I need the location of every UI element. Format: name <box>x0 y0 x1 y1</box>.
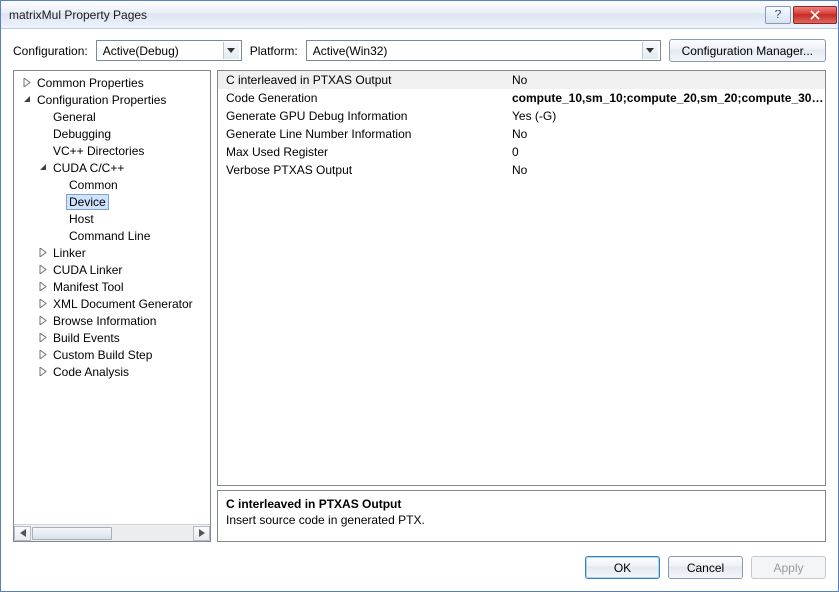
scroll-thumb[interactable] <box>32 527 112 540</box>
property-value[interactable]: compute_10,sm_10;compute_20,sm_20;comput… <box>508 91 825 105</box>
tree-node-cuda-device[interactable]: Device <box>16 193 210 210</box>
tree-label-selected: Device <box>66 194 109 210</box>
tree-node-cuda-host[interactable]: Host <box>16 210 210 227</box>
expand-collapsed-icon[interactable] <box>36 263 50 277</box>
svg-text:?: ? <box>775 10 782 20</box>
tree-node-vcpp-directories[interactable]: VC++ Directories <box>16 142 210 159</box>
tree-label: Browse Information <box>50 314 159 328</box>
title-bar: matrixMul Property Pages ? <box>1 1 838 29</box>
property-value[interactable]: No <box>508 127 825 141</box>
tree-node-code-analysis[interactable]: Code Analysis <box>16 363 210 380</box>
expand-collapsed-icon[interactable] <box>36 348 50 362</box>
tree-label: Debugging <box>50 127 114 141</box>
configuration-manager-button[interactable]: Configuration Manager... <box>669 39 826 62</box>
chevron-down-icon <box>642 42 658 59</box>
property-pages-dialog: matrixMul Property Pages ? Configuration… <box>0 0 839 592</box>
tree-label: Build Events <box>50 331 123 345</box>
scroll-track[interactable] <box>31 526 193 541</box>
property-row[interactable]: Max Used Register0 <box>218 143 825 161</box>
description-title: C interleaved in PTXAS Output <box>226 497 817 511</box>
property-name: Max Used Register <box>218 145 508 159</box>
tree-node-linker[interactable]: Linker <box>16 244 210 261</box>
dialog-body: Common Properties Configuration Properti… <box>1 70 838 550</box>
tree-node-build-events[interactable]: Build Events <box>16 329 210 346</box>
tree-node-custom-build-step[interactable]: Custom Build Step <box>16 346 210 363</box>
scroll-right-button[interactable] <box>193 526 210 541</box>
configuration-label: Configuration: <box>13 44 88 58</box>
tree-node-debugging[interactable]: Debugging <box>16 125 210 142</box>
scroll-left-button[interactable] <box>14 526 31 541</box>
tree-node-cuda-command-line[interactable]: Command Line <box>16 227 210 244</box>
property-name: Generate Line Number Information <box>218 127 508 141</box>
property-row[interactable]: Generate GPU Debug InformationYes (-G) <box>218 107 825 125</box>
property-grid[interactable]: C interleaved in PTXAS OutputNoCode Gene… <box>217 70 826 486</box>
configuration-combo[interactable]: Active(Debug) <box>96 40 242 61</box>
close-button[interactable] <box>793 6 837 24</box>
tree-label: Configuration Properties <box>34 93 169 107</box>
tree-horizontal-scrollbar[interactable] <box>14 524 210 541</box>
property-panel: C interleaved in PTXAS OutputNoCode Gene… <box>217 70 826 542</box>
property-name: Code Generation <box>218 91 508 105</box>
property-name: Verbose PTXAS Output <box>218 163 508 177</box>
tree-node-cuda-cc[interactable]: CUDA C/C++ <box>16 159 210 176</box>
tree-node-configuration-properties[interactable]: Configuration Properties <box>16 91 210 108</box>
tree-label: Linker <box>50 246 89 260</box>
tree-node-cuda-common[interactable]: Common <box>16 176 210 193</box>
tree-label: XML Document Generator <box>50 297 196 311</box>
property-value[interactable]: No <box>508 163 825 177</box>
tree-label: Command Line <box>66 229 153 243</box>
chevron-down-icon <box>223 42 239 59</box>
expand-collapsed-icon[interactable] <box>36 365 50 379</box>
tree-node-browse-information[interactable]: Browse Information <box>16 312 210 329</box>
tree-label: Common <box>66 178 121 192</box>
property-name: Generate GPU Debug Information <box>218 109 508 123</box>
platform-combo[interactable]: Active(Win32) <box>306 40 661 61</box>
window-title: matrixMul Property Pages <box>9 8 764 22</box>
expand-expanded-icon[interactable] <box>36 161 50 175</box>
help-button[interactable]: ? <box>765 6 791 24</box>
tree-node-xml-doc-generator[interactable]: XML Document Generator <box>16 295 210 312</box>
configuration-bar: Configuration: Active(Debug) Platform: A… <box>1 29 838 70</box>
tree-node-common-properties[interactable]: Common Properties <box>16 74 210 91</box>
tree-node-manifest-tool[interactable]: Manifest Tool <box>16 278 210 295</box>
configuration-combo-value: Active(Debug) <box>103 44 223 58</box>
property-row[interactable]: Verbose PTXAS OutputNo <box>218 161 825 179</box>
tree-label: Manifest Tool <box>50 280 126 294</box>
tree-label: Host <box>66 212 97 226</box>
platform-combo-value: Active(Win32) <box>313 44 642 58</box>
property-row[interactable]: Generate Line Number InformationNo <box>218 125 825 143</box>
expand-collapsed-icon[interactable] <box>36 280 50 294</box>
tree-label: Code Analysis <box>50 365 132 379</box>
description-text: Insert source code in generated PTX. <box>226 513 817 527</box>
expand-collapsed-icon[interactable] <box>36 314 50 328</box>
navigation-tree[interactable]: Common Properties Configuration Properti… <box>14 71 210 524</box>
property-row[interactable]: Code Generationcompute_10,sm_10;compute_… <box>218 89 825 107</box>
expand-collapsed-icon[interactable] <box>36 297 50 311</box>
window-buttons: ? <box>764 6 838 24</box>
property-name: C interleaved in PTXAS Output <box>218 73 508 87</box>
tree-node-cuda-linker[interactable]: CUDA Linker <box>16 261 210 278</box>
apply-button[interactable]: Apply <box>751 556 826 579</box>
tree-label: VC++ Directories <box>50 144 147 158</box>
expand-expanded-icon[interactable] <box>20 93 34 107</box>
expand-collapsed-icon[interactable] <box>36 331 50 345</box>
expand-collapsed-icon[interactable] <box>20 76 34 90</box>
description-box: C interleaved in PTXAS Output Insert sou… <box>217 490 826 542</box>
property-value[interactable]: No <box>508 73 825 87</box>
property-row[interactable]: C interleaved in PTXAS OutputNo <box>218 71 825 89</box>
property-value[interactable]: Yes (-G) <box>508 109 825 123</box>
cancel-button[interactable]: Cancel <box>668 556 743 579</box>
tree-label: CUDA Linker <box>50 263 125 277</box>
ok-button[interactable]: OK <box>585 556 660 579</box>
property-value[interactable]: 0 <box>508 145 825 159</box>
tree-label: General <box>50 110 99 124</box>
tree-label: Custom Build Step <box>50 348 155 362</box>
platform-label: Platform: <box>250 44 298 58</box>
tree-label: Common Properties <box>34 76 147 90</box>
tree-label: CUDA C/C++ <box>50 161 127 175</box>
dialog-footer: OK Cancel Apply <box>1 550 838 591</box>
navigation-tree-panel: Common Properties Configuration Properti… <box>13 70 211 542</box>
tree-node-general[interactable]: General <box>16 108 210 125</box>
expand-collapsed-icon[interactable] <box>36 246 50 260</box>
